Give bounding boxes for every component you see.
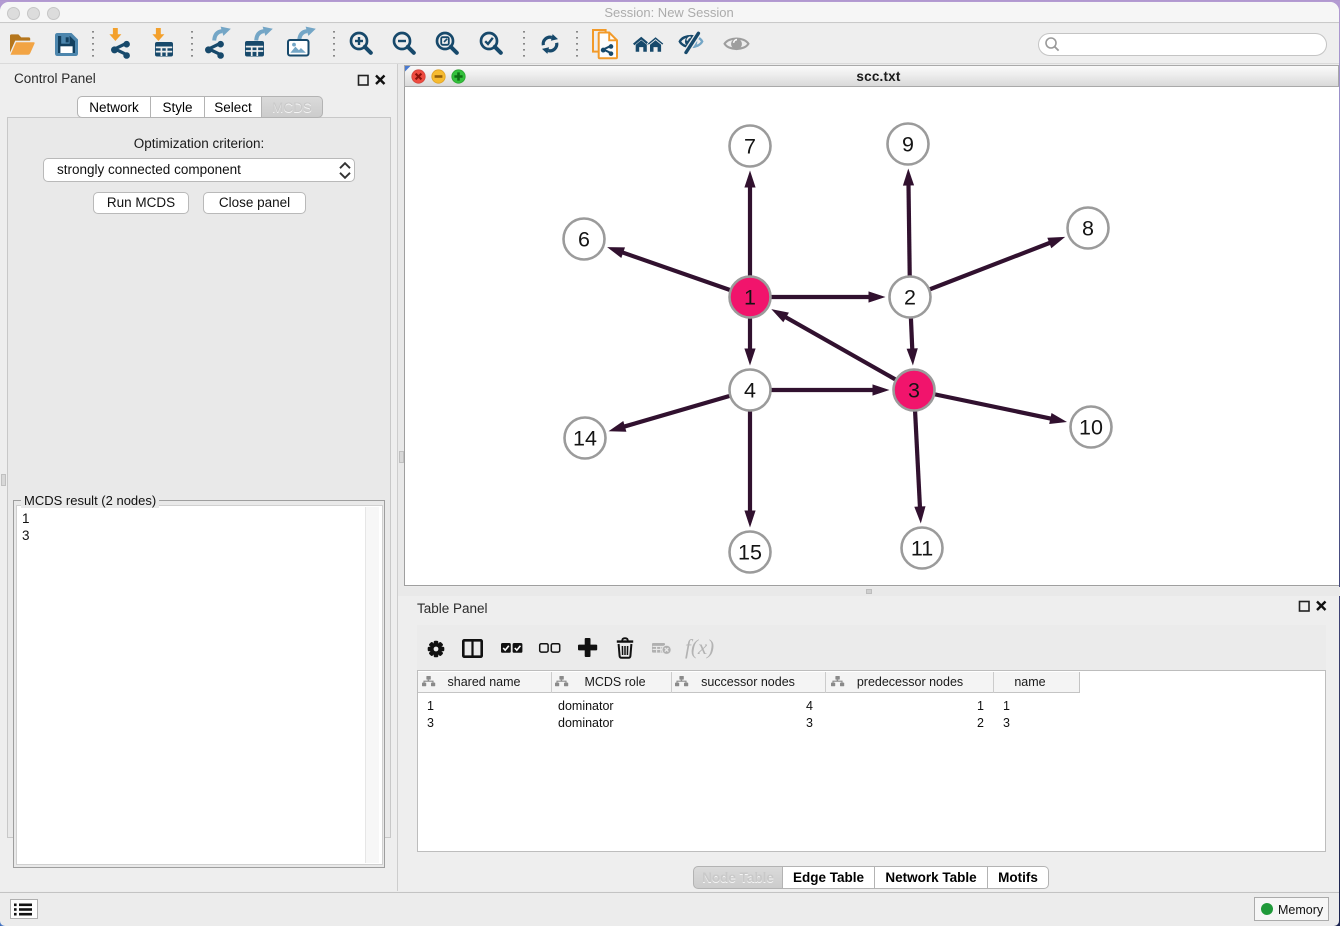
svg-text:6: 6	[578, 228, 590, 252]
svg-text:8: 8	[1082, 217, 1094, 241]
svg-text:3: 3	[908, 379, 920, 403]
svg-text:f(x): f(x)	[685, 635, 714, 659]
svg-text:7: 7	[744, 135, 756, 159]
svg-text:10: 10	[1079, 416, 1103, 440]
svg-text:14: 14	[573, 427, 597, 451]
svg-text:1: 1	[744, 286, 756, 310]
svg-text:15: 15	[738, 541, 762, 565]
svg-text:4: 4	[744, 379, 756, 403]
svg-text:9: 9	[902, 133, 914, 157]
svg-text:11: 11	[911, 537, 933, 561]
svg-text:2: 2	[904, 286, 916, 310]
